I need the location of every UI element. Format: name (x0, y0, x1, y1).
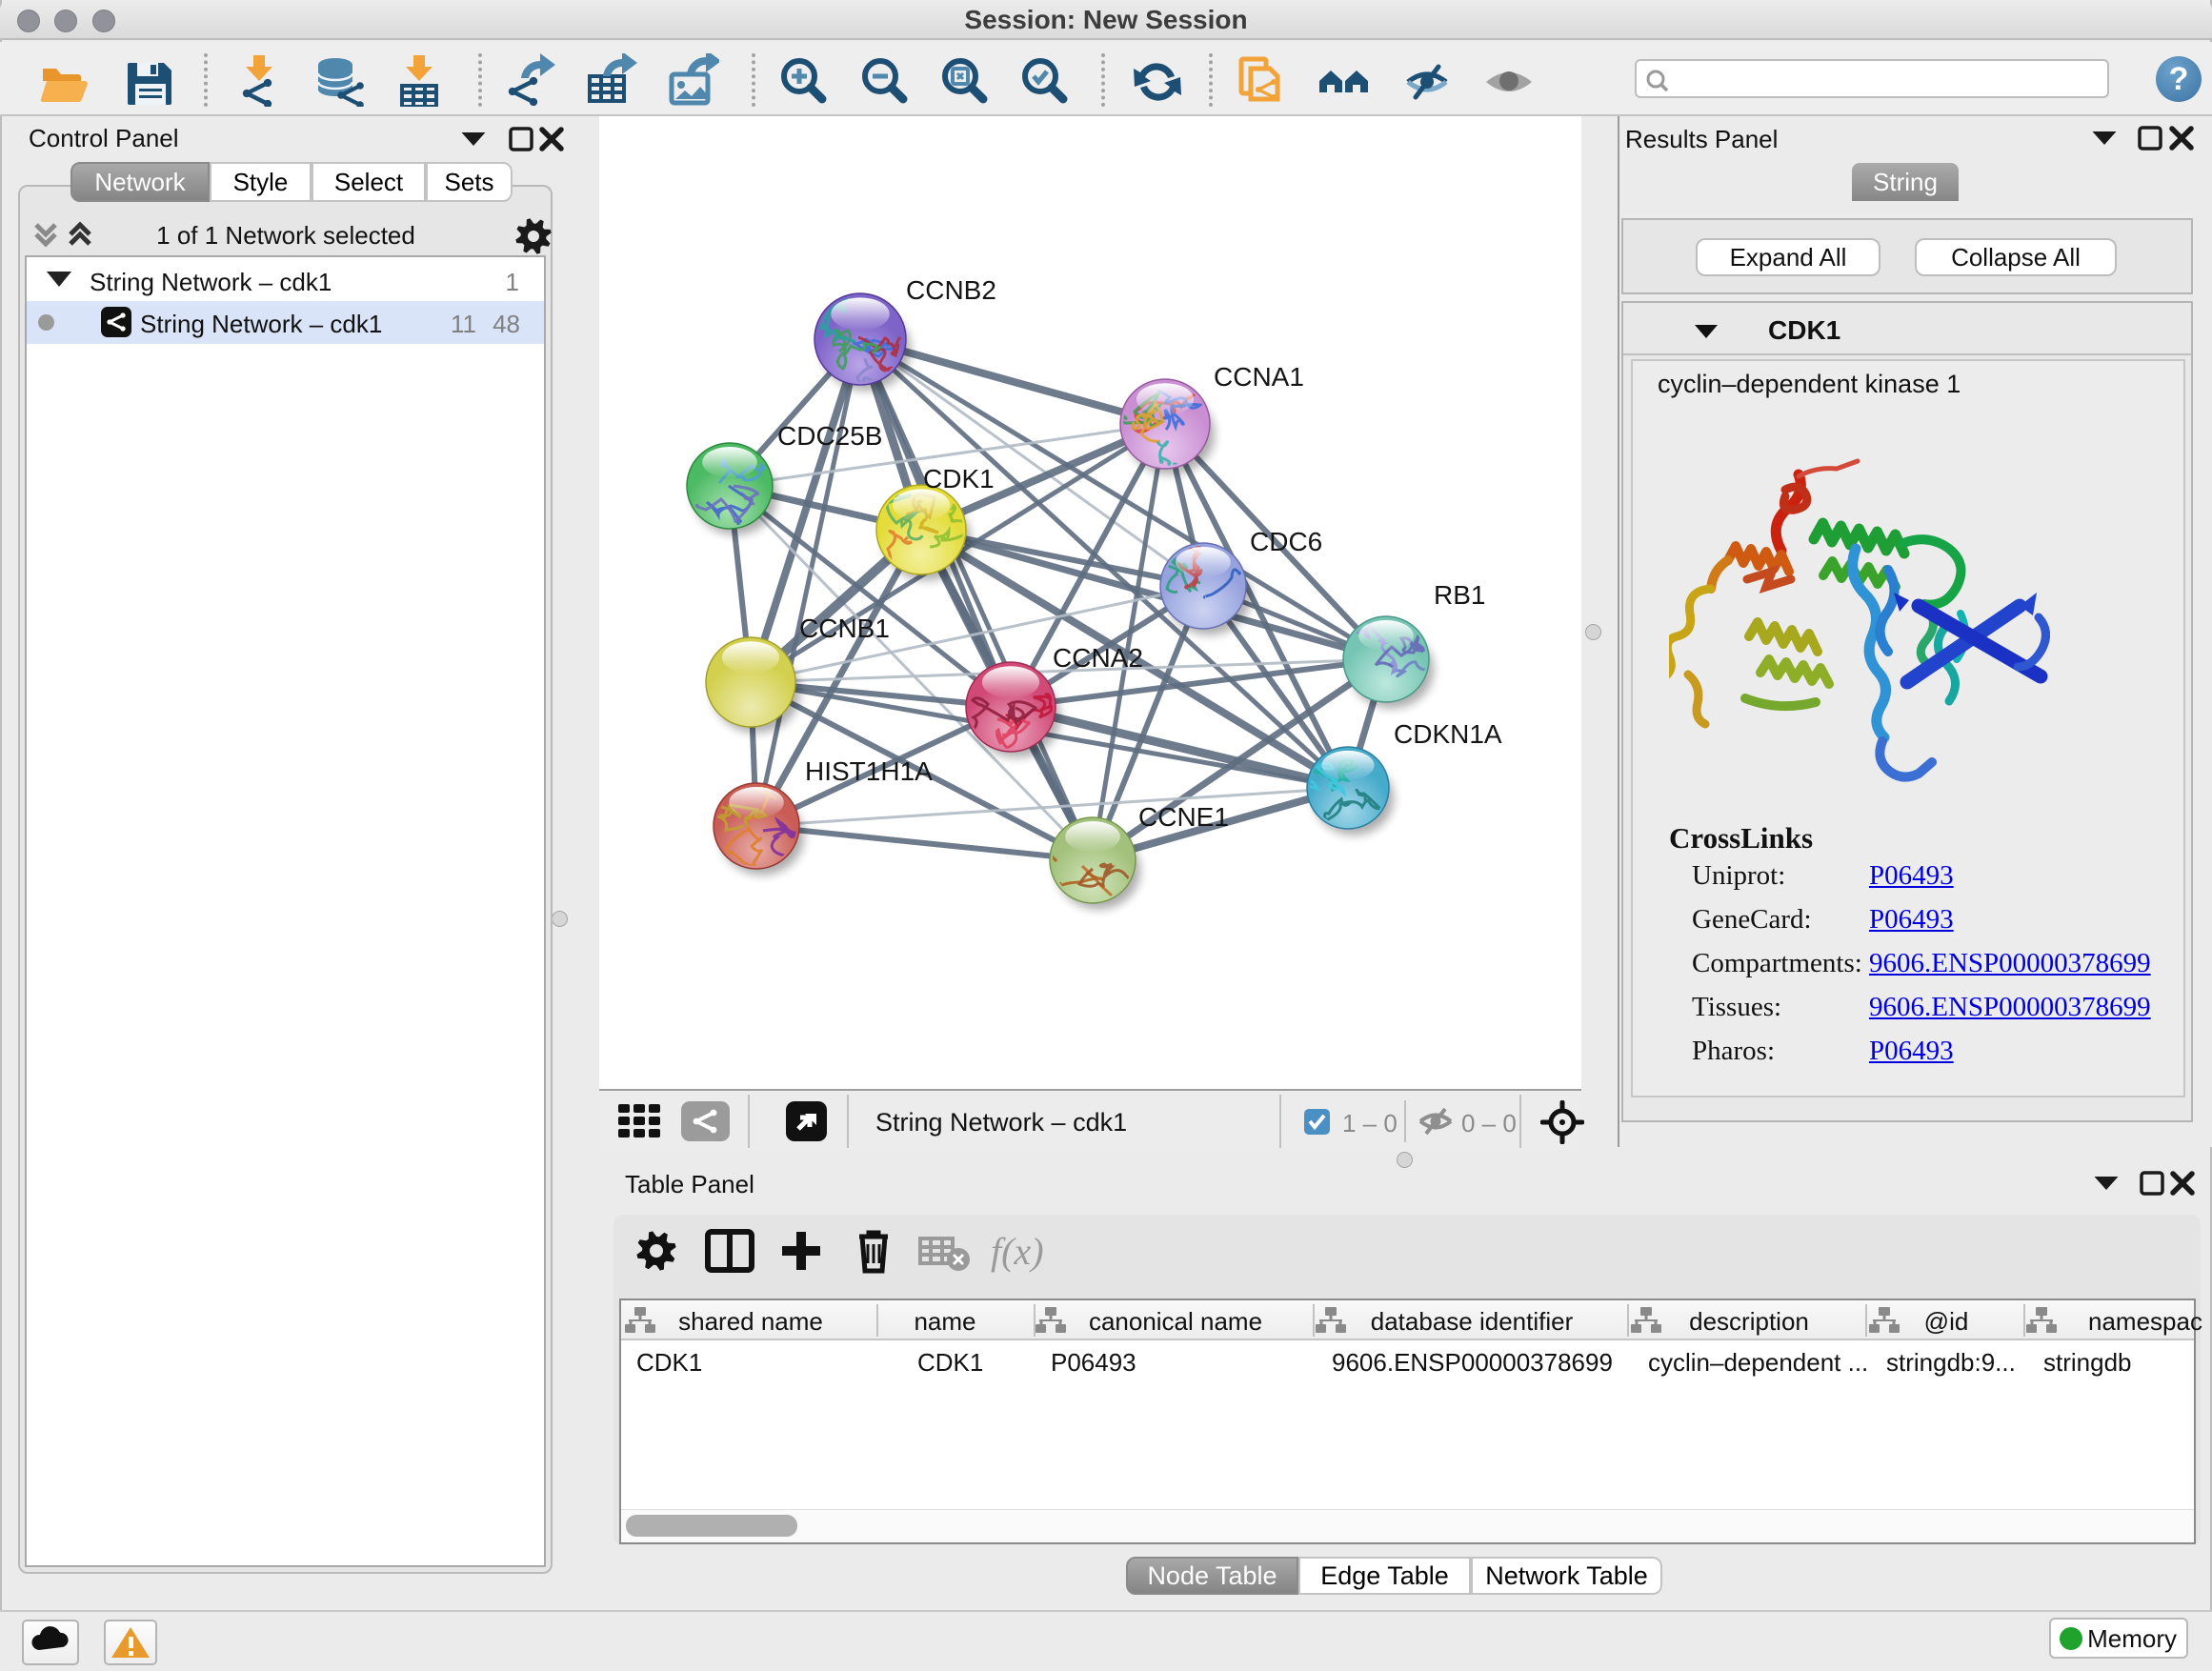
svg-text:CCNA1: CCNA1 (1214, 362, 1304, 392)
svg-text:RB1: RB1 (1434, 580, 1485, 610)
svg-text:HIST1H1A: HIST1H1A (805, 756, 933, 786)
svg-text:CDKN1A: CDKN1A (1394, 719, 1502, 749)
svg-text:CCNB2: CCNB2 (906, 275, 996, 305)
svg-text:CCNE1: CCNE1 (1138, 802, 1229, 832)
svg-text:CCNB1: CCNB1 (799, 614, 890, 643)
svg-text:CCNA2: CCNA2 (1053, 643, 1143, 673)
svg-text:CDC6: CDC6 (1250, 527, 1322, 556)
svg-text:CDC25B: CDC25B (777, 421, 882, 451)
svg-text:CDK1: CDK1 (923, 464, 995, 493)
